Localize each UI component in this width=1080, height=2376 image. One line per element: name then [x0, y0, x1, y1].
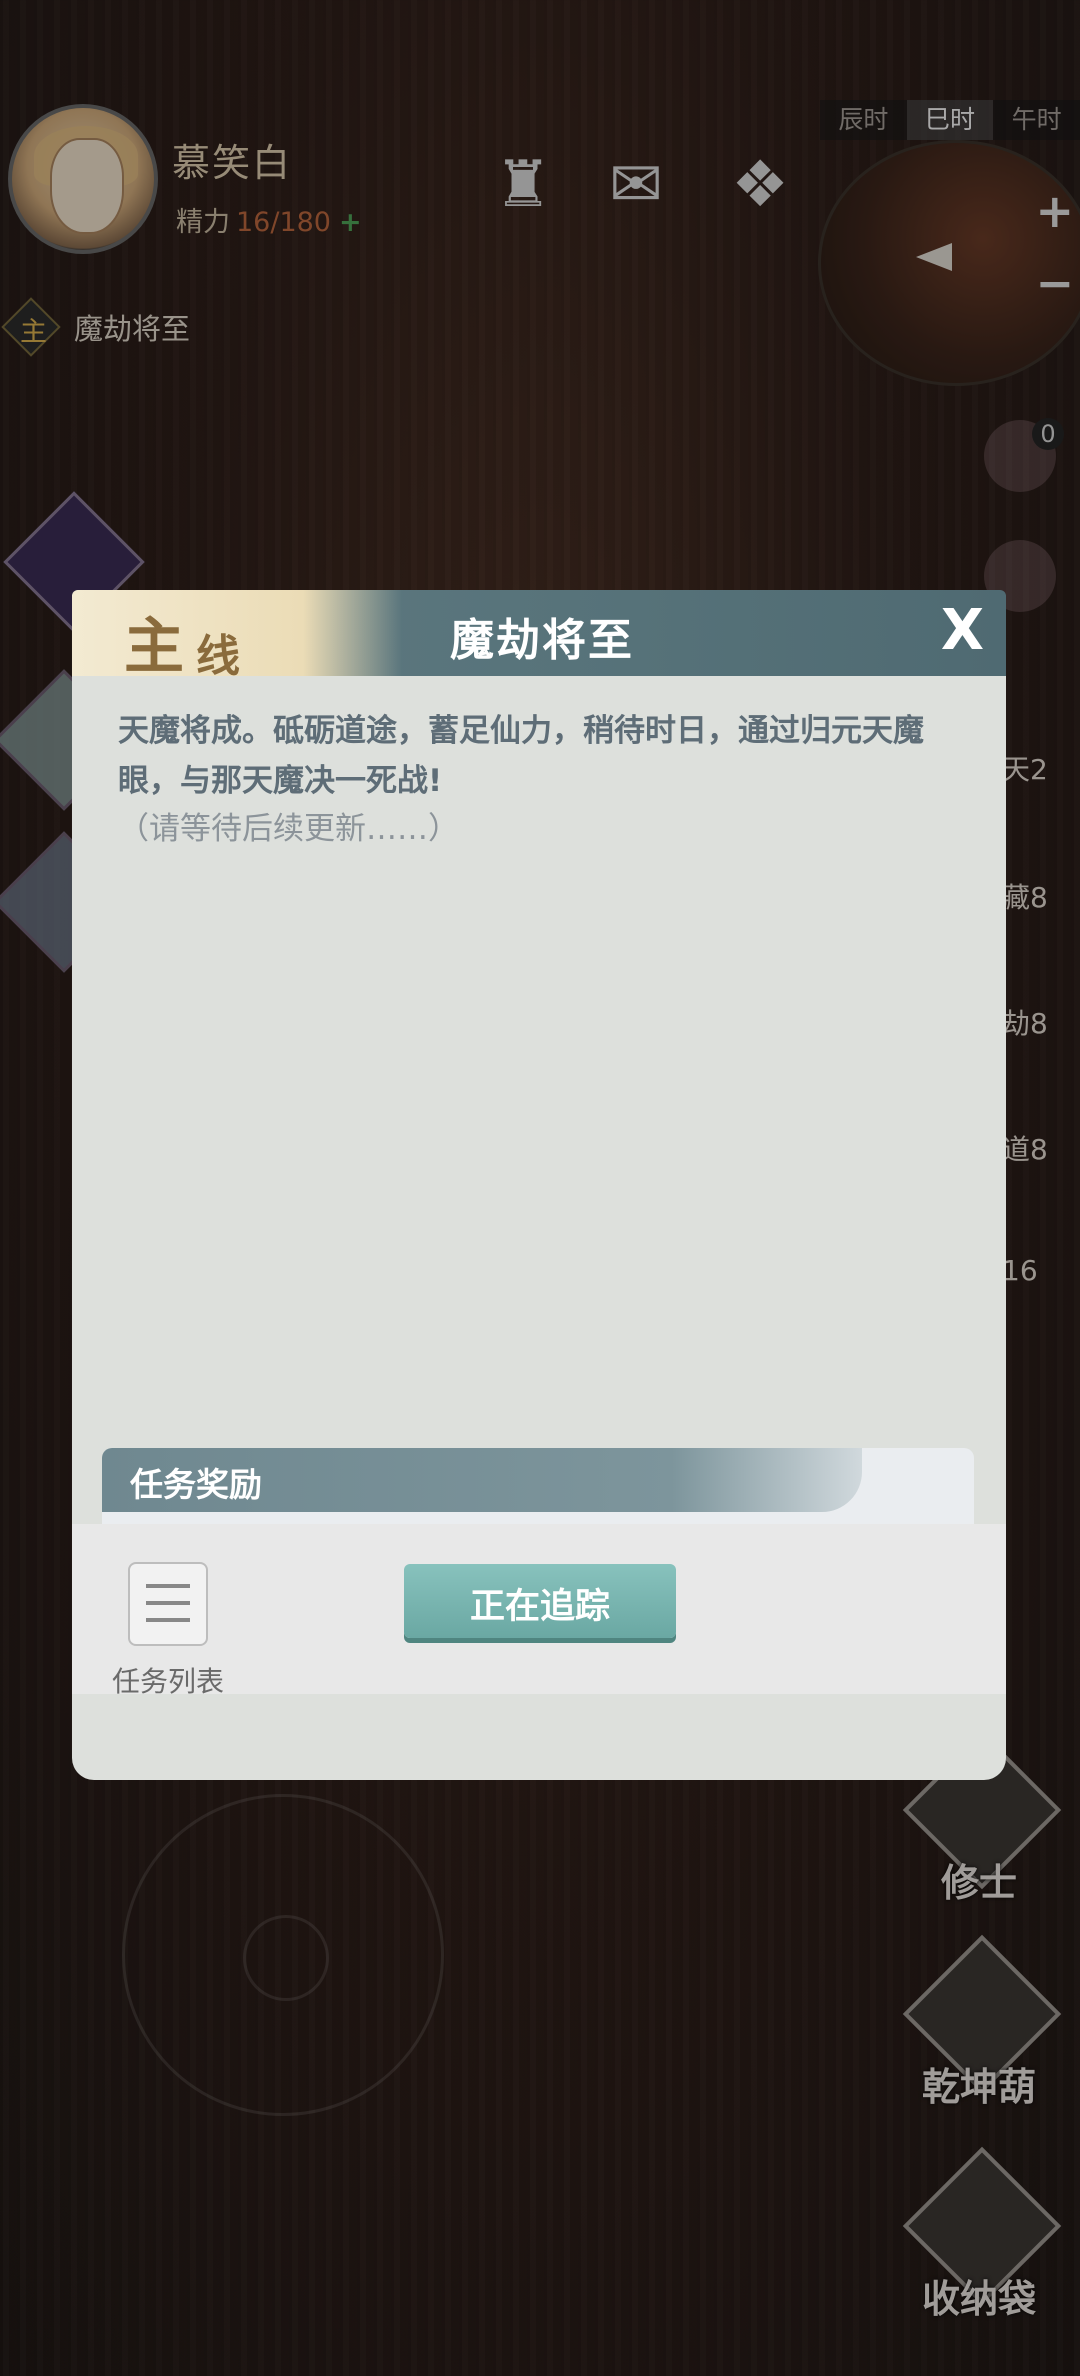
storage-bag-label: 收纳袋	[921, 2276, 1036, 2321]
main-line-tab-xian: 线	[196, 631, 240, 682]
list-icon-line	[146, 1601, 190, 1605]
storage-bag-button[interactable]: 收纳袋	[902, 2146, 1062, 2321]
player-marker-icon	[916, 243, 952, 271]
zoom-in-button[interactable]: +	[1035, 184, 1074, 238]
energy-bar: 精力 16/180 +	[176, 200, 362, 239]
scroll-paper-icon[interactable]: ✉	[597, 140, 675, 230]
time-tabs: 辰时 巳时 午时	[820, 100, 1080, 140]
side-label-4: 道8	[1002, 1133, 1048, 1166]
list-icon-line	[146, 1584, 190, 1588]
bell-icon[interactable]: ♜	[484, 140, 562, 230]
avatar-face	[50, 138, 124, 234]
side-label-2: 藏8	[1002, 881, 1048, 914]
dialog-body: 天魔将成。砥砺道途，蓄足仙力，稍待时日，通过归元天魔眼，与那天魔决一死战! （请…	[72, 676, 1006, 1780]
quest-tracker-name: 魔劫将至	[74, 312, 191, 346]
time-tab-si[interactable]: 巳时	[906, 100, 994, 140]
close-icon[interactable]: X	[941, 598, 984, 663]
quest-update-note: （请等待后续更新……）	[118, 811, 459, 847]
energy-add-button[interactable]: +	[339, 207, 362, 238]
energy-value: 16/180	[236, 207, 331, 238]
dialog-title: 魔劫将至	[450, 615, 634, 666]
tracking-button[interactable]: 正在追踪	[404, 1564, 676, 1638]
task-list-button[interactable]	[128, 1562, 208, 1646]
time-tab-chen[interactable]: 辰时	[820, 100, 907, 140]
player-avatar[interactable]	[8, 104, 158, 254]
side-label-1: 天2	[1002, 753, 1048, 786]
quest-dialog: 主 线 魔劫将至 X 天魔将成。砥砺道途，蓄足仙力，稍待时日，通过归元天魔眼，与…	[72, 590, 1006, 1780]
rewards-header: 任务奖励	[102, 1448, 862, 1512]
gourd-button[interactable]: 乾坤葫	[902, 1934, 1062, 2109]
side-label-3: 劫8	[1002, 1007, 1048, 1040]
mail-count-badge: 0	[1032, 418, 1064, 450]
time-tab-wu[interactable]: 午时	[993, 100, 1080, 140]
gourd-label: 乾坤葫	[921, 2064, 1036, 2109]
tracking-button-label: 正在追踪	[469, 1587, 610, 1627]
list-icon-line	[146, 1618, 190, 1622]
task-list-label: 任务列表	[112, 1665, 225, 1698]
main-quest-tracker[interactable]: 主 魔劫将至	[1, 297, 191, 357]
zoom-out-button[interactable]: −	[1035, 256, 1074, 310]
side-label-5: 16	[1002, 1254, 1038, 1287]
cultivator-label: 修士	[940, 1860, 1017, 1905]
main-line-tab-zhu: 主	[124, 612, 184, 682]
joystick-knob[interactable]	[243, 1915, 329, 2001]
quest-badge-text: 主	[20, 317, 47, 348]
dialog-header: 主 线 魔劫将至 X	[72, 590, 1006, 682]
virtual-joystick[interactable]	[122, 1794, 444, 2116]
energy-label: 精力	[176, 207, 230, 238]
rewards-title: 任务奖励	[130, 1465, 262, 1504]
map-scroll-icon[interactable]: ❖	[721, 140, 799, 230]
quest-description: 天魔将成。砥砺道途，蓄足仙力，稍待时日，通过归元天魔眼，与那天魔决一死战!	[118, 713, 924, 799]
player-name: 慕笑白	[172, 141, 293, 185]
